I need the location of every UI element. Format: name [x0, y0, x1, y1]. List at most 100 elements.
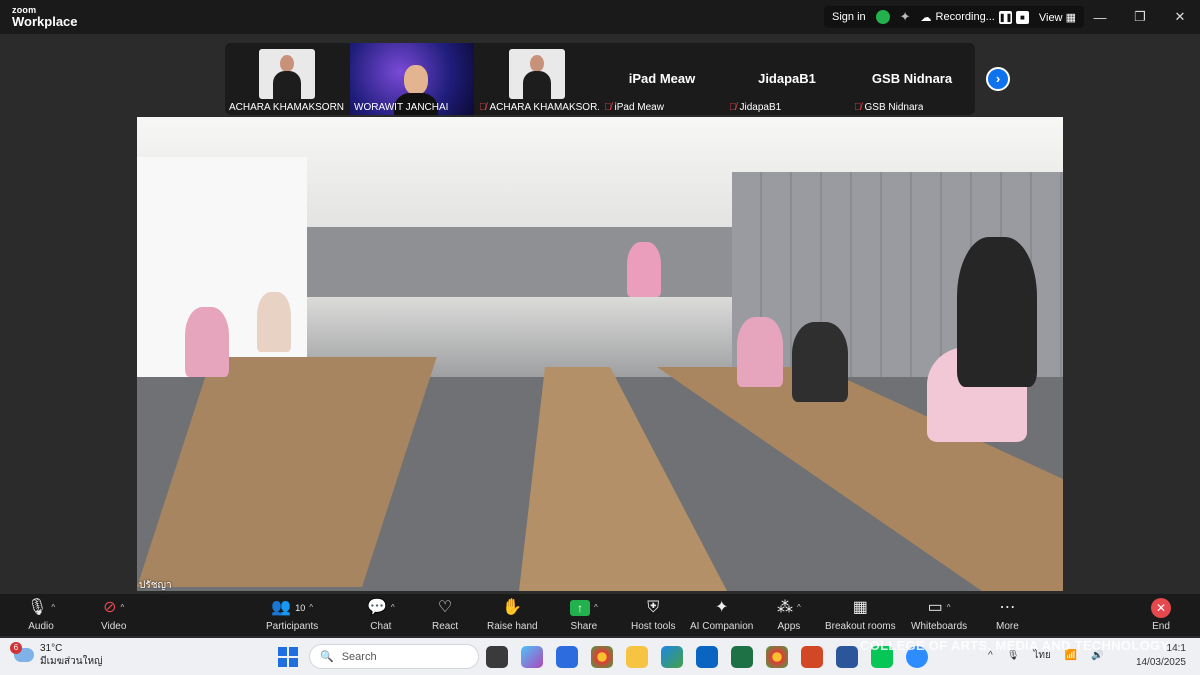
participant-name: WORAWIT JANCHAI [354, 102, 449, 113]
meeting-attendee [792, 322, 848, 402]
windows-start-icon[interactable] [278, 647, 298, 667]
room-back-wall [307, 227, 767, 297]
recording-label: Recording... [935, 11, 995, 23]
participant-tile[interactable]: iPad Meaw 🎙̸ iPad Meaw [600, 43, 724, 115]
sign-in-link[interactable]: Sign in [832, 11, 866, 23]
participant-tile[interactable]: 🎙̸ ACHARA KHAMAKSOR... [475, 43, 599, 115]
cloud-icon: ☁ [920, 11, 932, 24]
edge-icon[interactable] [661, 646, 683, 668]
speaker-name-label: ปรัชญา [139, 580, 172, 591]
apps-label: Apps [777, 621, 801, 632]
store-icon[interactable] [556, 646, 578, 668]
chevron-up-icon[interactable]: ^ [51, 598, 55, 618]
apps-icon: ⁂ [777, 599, 793, 616]
participant-name: ACHARA KHAMAKSORN [229, 102, 345, 113]
participant-strip: ACHARA KHAMAKSORN WORAWIT JANCHAI 🎙̸ ACHA… [225, 43, 975, 115]
audio-label: Audio [28, 621, 54, 632]
participant-name-wrap: 🎙̸ ACHARA KHAMAKSOR... [479, 102, 599, 113]
microphone-icon: 🎙 [27, 599, 48, 616]
sparkle-icon: ✦ [714, 599, 729, 616]
more-button[interactable]: ⋯ More [996, 598, 1019, 632]
whiteboards-button[interactable]: ▭ ^ Whiteboards [911, 598, 967, 632]
participant-name: ACHARA KHAMAKSOR... [489, 102, 600, 113]
brand-name: Workplace [12, 14, 78, 29]
search-icon: 🔍 [320, 651, 334, 663]
outlook-icon[interactable] [696, 646, 718, 668]
main-video [137, 117, 1063, 591]
participant-tile[interactable]: JidapaB1 🎙̸ JidapaB1 [725, 43, 849, 115]
chrome-icon[interactable] [591, 646, 613, 668]
participants-button[interactable]: 👥 10 ^ Participants [266, 598, 318, 632]
host-tools-button[interactable]: ⛨ Host tools [631, 598, 675, 632]
meeting-attendee [957, 237, 1037, 387]
participant-tile[interactable]: GSB Nidnara 🎙̸ GSB Nidnara [850, 43, 974, 115]
more-label: More [996, 621, 1019, 632]
chrome-profile-icon[interactable] [766, 646, 788, 668]
video-button[interactable]: ⊘ ^ Video [101, 598, 126, 632]
ai-companion-label: AI Companion [690, 621, 754, 632]
college-watermark: COLLEGE OF ARTS, MEDIA AND TECHNOLOGY [860, 638, 1170, 653]
copilot-icon[interactable] [521, 646, 543, 668]
chat-button[interactable]: 💬 ^ Chat [367, 598, 395, 632]
chat-label: Chat [370, 621, 392, 632]
end-button[interactable]: ✕ End [1151, 598, 1171, 632]
chevron-up-icon[interactable]: ^ [594, 598, 598, 618]
breakout-rooms-label: Breakout rooms [825, 621, 896, 632]
video-off-icon: ⊘ [103, 599, 117, 616]
chevron-up-icon[interactable]: ^ [121, 598, 125, 618]
security-shield-icon[interactable] [875, 10, 890, 24]
powerpoint-icon[interactable] [801, 646, 823, 668]
breakout-rooms-button[interactable]: ▦ Breakout rooms [825, 598, 896, 632]
chevron-up-icon[interactable]: ^ [391, 598, 395, 618]
taskbar-search[interactable]: 🔍 Search [309, 644, 479, 669]
file-explorer-icon[interactable] [626, 646, 648, 668]
ai-companion-button[interactable]: ✦ AI Companion [690, 598, 753, 632]
meeting-status-bar: Sign in ✦ ☁ Recording... ❚❚ ■ View ▦ [824, 6, 1084, 28]
task-view-icon[interactable] [486, 646, 508, 668]
participants-label: Participants [266, 621, 319, 632]
minimize-button[interactable]: — [1080, 0, 1120, 34]
close-button[interactable]: ✕ [1160, 0, 1200, 34]
weather-badge: 6 [10, 642, 22, 654]
chat-bubble-icon: 💬 [367, 599, 387, 616]
participants-count: 10 [295, 603, 306, 613]
participant-tile[interactable]: WORAWIT JANCHAI [350, 43, 474, 115]
end-label: End [1152, 621, 1170, 632]
host-tools-label: Host tools [631, 621, 676, 632]
stop-recording-button[interactable]: ■ [1015, 10, 1029, 24]
recording-indicator: ☁ Recording... ❚❚ ■ [920, 10, 1029, 24]
people-icon: 👥 [271, 599, 292, 616]
whiteboard-icon: ▭ [927, 599, 943, 616]
excel-icon[interactable] [731, 646, 753, 668]
react-button[interactable]: ♡ React [432, 598, 458, 632]
window-controls: — ❐ ✕ [1080, 0, 1200, 34]
participant-name-wrap: 🎙̸ GSB Nidnara [854, 102, 923, 113]
share-button[interactable]: ↑ ^ Share [570, 598, 598, 632]
chevron-up-icon[interactable]: ^ [309, 598, 313, 618]
shield-icon: ⛨ [647, 599, 660, 616]
restore-button[interactable]: ❐ [1120, 0, 1160, 34]
participant-tile[interactable]: ACHARA KHAMAKSORN [225, 43, 349, 115]
view-button[interactable]: View ▦ [1039, 11, 1076, 24]
meeting-toolbar: 🎙 ^ Audio ⊘ ^ Video 👥 10 ^ Participants 💬 ^ Chat … [0, 594, 1200, 636]
react-label: React [432, 621, 459, 632]
participant-name: GSB Nidnara [864, 102, 924, 113]
search-placeholder: Search [341, 650, 377, 663]
ai-sparkle-icon[interactable]: ✦ [900, 9, 911, 25]
hand-icon: ✋ [502, 599, 523, 616]
word-icon[interactable] [836, 646, 858, 668]
apps-button[interactable]: ⁂ ^ Apps [777, 598, 801, 632]
video-label: Video [101, 621, 127, 632]
audio-button[interactable]: 🎙 ^ Audio [27, 598, 55, 632]
chevron-up-icon[interactable]: ^ [797, 598, 801, 618]
raise-hand-button[interactable]: ✋ Raise hand [487, 598, 538, 632]
title-bar: zoom Workplace Sign in ✦ ☁ Recording... … [0, 0, 1200, 34]
mic-muted-icon: 🎙̸ [729, 102, 737, 113]
share-label: Share [570, 621, 598, 632]
pause-recording-button[interactable]: ❚❚ [998, 10, 1012, 24]
participant-name-wrap: 🎙̸ JidapaB1 [729, 102, 781, 113]
chevron-up-icon[interactable]: ^ [947, 598, 951, 618]
meeting-attendee [257, 292, 291, 352]
weather-widget[interactable]: 6 31°C มีเมฆส่วนใหญ่ [10, 642, 103, 668]
next-page-arrow-icon[interactable]: › [986, 67, 1010, 91]
